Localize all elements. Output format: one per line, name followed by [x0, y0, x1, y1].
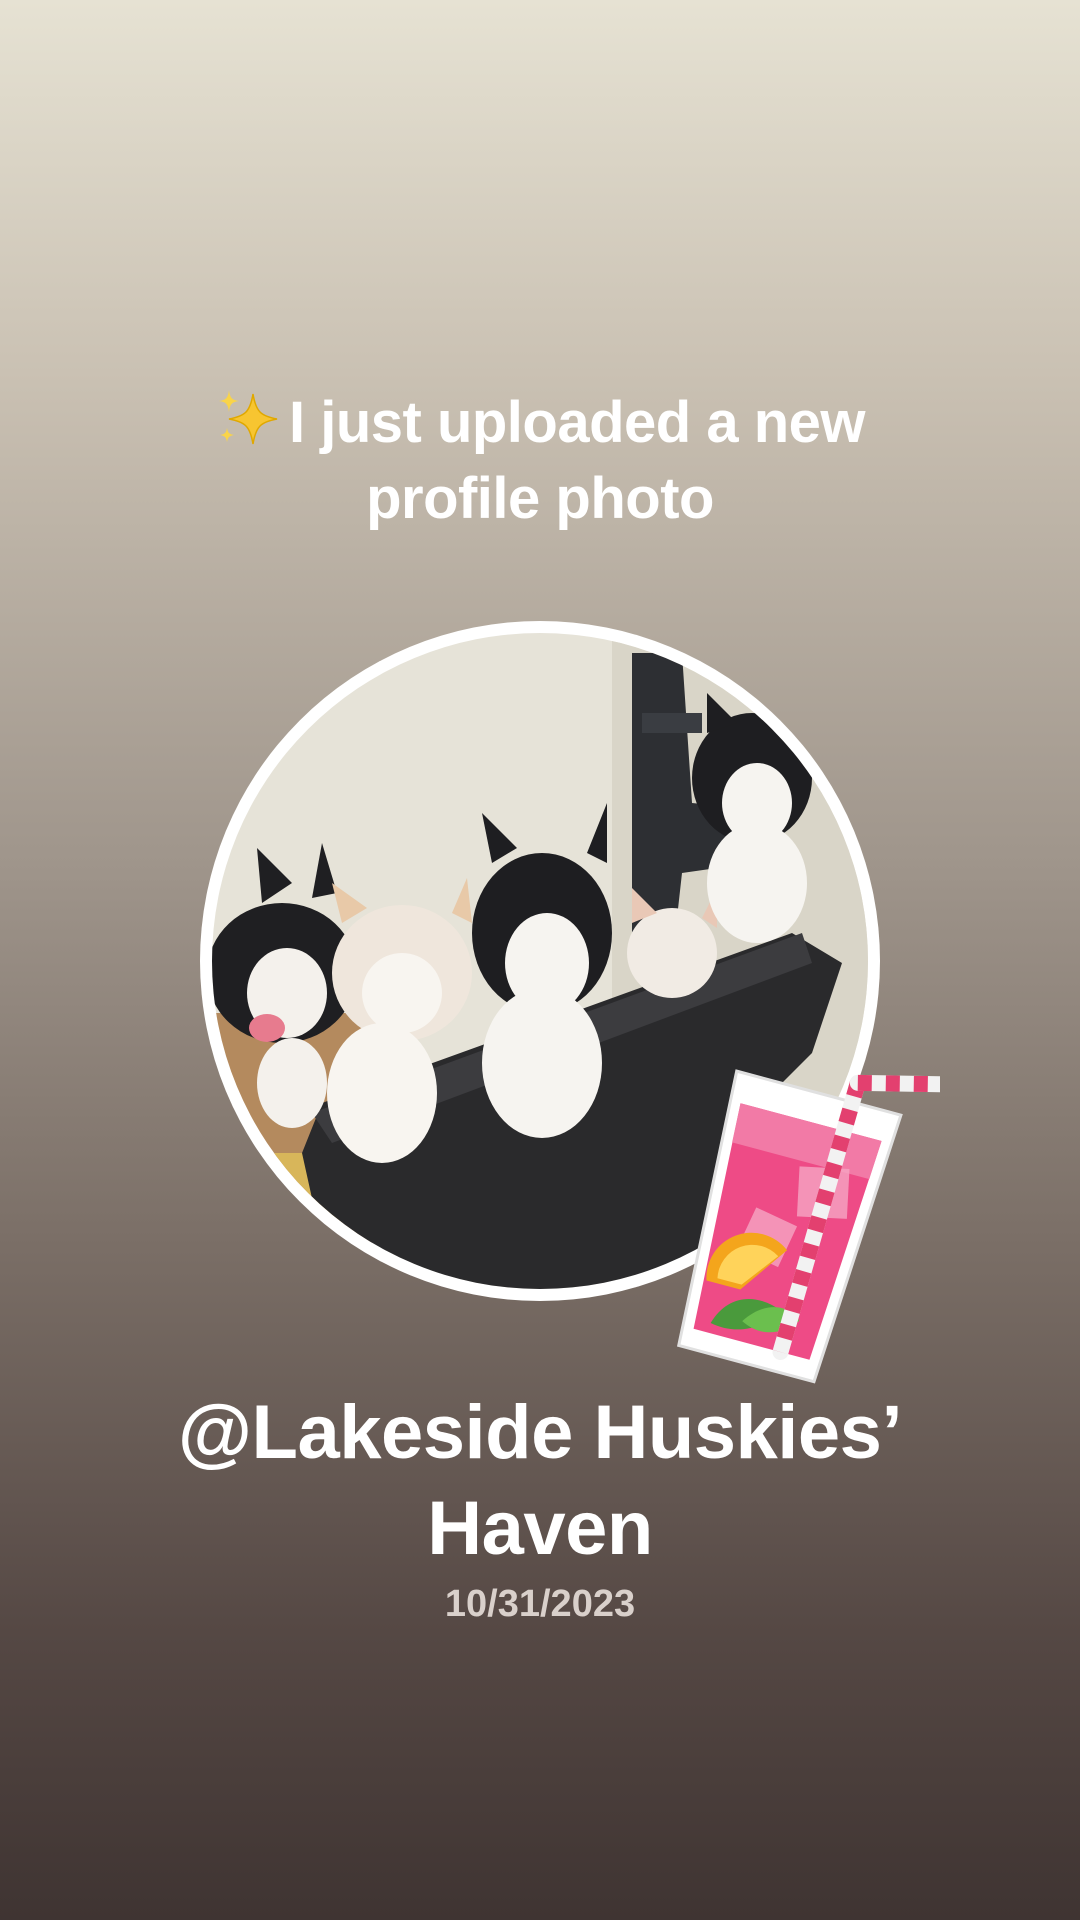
sparkles-icon — [215, 388, 281, 448]
drink-sticker[interactable] — [640, 1050, 949, 1390]
headline-text: I just uploaded a new profile photo — [288, 390, 866, 531]
pink-drink-icon — [676, 1069, 949, 1384]
account-handle: @Lakeside Huskies’ Haven — [177, 1390, 903, 1571]
story-headline: I just uploaded a new profile photo — [140, 385, 940, 537]
upload-date: 10/31/2023 — [444, 1583, 636, 1625]
